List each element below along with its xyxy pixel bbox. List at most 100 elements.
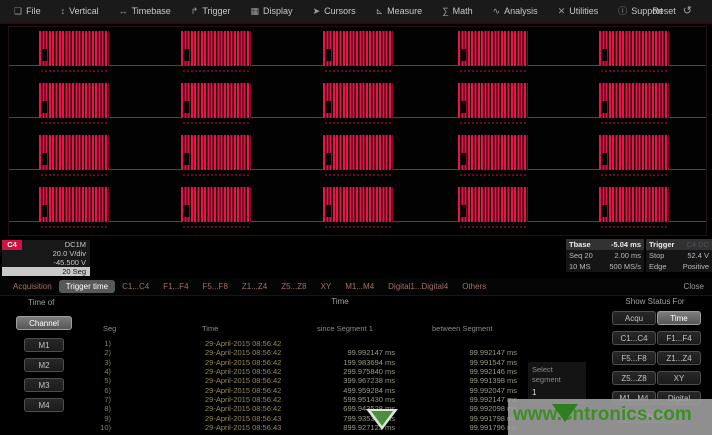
menu-display[interactable]: ▦Display xyxy=(241,0,303,22)
reset-label: Reset xyxy=(652,6,676,16)
since-segment-1-value: 299.975840 ms xyxy=(300,367,395,376)
reset-icon[interactable]: ↺ xyxy=(683,6,692,17)
segment-table-rows: 1) 29-April-2015 08:56:422)29-April-2015 … xyxy=(0,339,560,432)
col-header-seg: Seg xyxy=(103,324,116,333)
segment-row[interactable]: 9)29-April-2015 08:56:43799.935326 ms99.… xyxy=(0,414,560,423)
menu-vertical[interactable]: ↕Vertical xyxy=(51,0,109,22)
between-segment-value: 99.992147 ms xyxy=(422,348,517,357)
trigger-label: Trigger xyxy=(649,239,674,250)
status-button-z1-z4[interactable]: Z1...Z4 xyxy=(657,351,701,365)
waveform-burst xyxy=(599,83,669,118)
since-segment-1-value: 499.959284 ms xyxy=(300,386,395,395)
menu-utilities[interactable]: ✕Utilities xyxy=(548,0,609,22)
segment-time: 29-April-2015 08:56:42 xyxy=(205,339,335,348)
menu-cursors[interactable]: ➤Cursors xyxy=(303,0,366,22)
status-button-z5-z8[interactable]: Z5...Z8 xyxy=(612,371,656,385)
segment-number: 10) xyxy=(85,423,111,432)
menu-label: Timebase xyxy=(132,6,171,16)
segment-number: 8) xyxy=(85,404,111,413)
waveform-burst xyxy=(181,83,251,118)
between-segment-value: 99.991796 ms xyxy=(422,423,517,432)
time-of-label: Time of xyxy=(28,298,54,307)
timebase-label: Tbase xyxy=(569,239,591,250)
analysis-icon: ∿ xyxy=(493,7,501,16)
display-icon: ▦ xyxy=(251,7,260,16)
tab-f1-f4[interactable]: F1...F4 xyxy=(156,280,195,293)
status-button-xy[interactable]: XY xyxy=(657,371,701,385)
timebase-icon: ↔ xyxy=(119,7,128,16)
between-segment-value: 99.992146 ms xyxy=(422,367,517,376)
menu-measure[interactable]: ⊾Measure xyxy=(366,0,433,22)
trigger-descriptor[interactable]: Trigger C4 DC Stop 52.4 V Edge Positive xyxy=(646,239,712,272)
waveform-display[interactable] xyxy=(8,26,707,236)
tab-others[interactable]: Others xyxy=(455,280,493,293)
select-segment-value: 1 xyxy=(532,388,582,398)
status-button-f1-f4[interactable]: F1...F4 xyxy=(657,331,701,345)
waveform-burst xyxy=(323,187,393,222)
cursors-icon: ➤ xyxy=(313,7,321,16)
timebase-rate: 500 MS/s xyxy=(609,261,641,272)
menu-analysis[interactable]: ∿Analysis xyxy=(483,0,548,22)
reset-button[interactable]: Reset ↺ xyxy=(652,0,692,22)
tab-trigger-time[interactable]: Trigger time xyxy=(59,280,115,293)
tab-acquisition[interactable]: Acquisition xyxy=(6,280,59,293)
waveform-burst xyxy=(599,31,669,66)
tab-c1-c4[interactable]: C1...C4 xyxy=(115,280,156,293)
tab-z1-z4[interactable]: Z1...Z4 xyxy=(235,280,274,293)
tab-f5-f8[interactable]: F5...F8 xyxy=(196,280,235,293)
tab-xy[interactable]: XY xyxy=(314,280,339,293)
between-segment-value: 99.992047 ms xyxy=(422,386,517,395)
menu-label: Trigger xyxy=(202,6,230,16)
segment-row[interactable]: 10)29-April-2015 08:56:43899.927123 ms99… xyxy=(0,423,560,432)
menu-label: Analysis xyxy=(504,6,538,16)
timebase-seq: Seq 20 xyxy=(569,250,593,261)
math-icon: ∑ xyxy=(442,7,448,16)
status-button-acqu[interactable]: Acqu xyxy=(612,311,656,325)
menu-timebase[interactable]: ↔ Timebase xyxy=(109,0,181,22)
col-header-since: since Segment 1 xyxy=(317,324,373,333)
menu-label: File xyxy=(26,6,41,16)
timebase-tdiv: 2.00 ms xyxy=(614,250,641,261)
waveform-row xyxy=(9,131,706,183)
segment-row[interactable]: 6)29-April-2015 08:56:42499.959284 ms99.… xyxy=(0,386,560,395)
col-header-time: Time xyxy=(202,324,218,333)
select-segment-field[interactable]: Select segment 1 xyxy=(528,362,586,404)
segment-row[interactable]: 3)29-April-2015 08:56:42199.983694 ms99.… xyxy=(0,358,560,367)
status-button-time[interactable]: Time xyxy=(657,311,701,325)
menu-file[interactable]: ❏File xyxy=(4,0,51,22)
segment-number: 1) xyxy=(85,339,111,348)
since-segment-1-value: 399.967238 ms xyxy=(300,376,395,385)
between-segment-value: 99.991798 ms xyxy=(422,414,517,423)
status-button-c1-c4[interactable]: C1...C4 xyxy=(612,331,656,345)
tab-z5-z8[interactable]: Z5...Z8 xyxy=(274,280,313,293)
segment-row[interactable]: 7)29-April-2015 08:56:42599.951430 ms99.… xyxy=(0,395,560,404)
since-segment-1-value: 99.992147 ms xyxy=(300,348,395,357)
channel-descriptor-c4[interactable]: C4 DC1M 20.0 V/div -45.500 V 20 Seg xyxy=(2,240,90,276)
waveform-burst xyxy=(39,187,109,222)
oscilloscope-app: { "menu": { "items": [ {"label":"File","… xyxy=(0,0,712,435)
watermark-triangle-icon xyxy=(552,404,578,422)
tab-m1-m4[interactable]: M1...M4 xyxy=(338,280,381,293)
waveform-burst xyxy=(458,135,528,170)
status-button-f5-f8[interactable]: F5...F8 xyxy=(612,351,656,365)
waveform-burst xyxy=(458,83,528,118)
tab-digital1-digital4[interactable]: Digital1...Digital4 xyxy=(381,280,455,293)
trigger-slope: Positive xyxy=(683,261,709,272)
segment-row[interactable]: 8)29-April-2015 08:56:42699.943528 ms99.… xyxy=(0,404,560,413)
menu-trigger[interactable]: ↱Trigger xyxy=(181,0,241,22)
waveform-burst xyxy=(39,135,109,170)
timebase-offset: -5.04 ms xyxy=(611,239,641,250)
segment-row[interactable]: 1) 29-April-2015 08:56:42 xyxy=(0,339,560,348)
select-segment-label: Select segment xyxy=(532,365,582,385)
waveform-burst xyxy=(599,187,669,222)
source-button-channel[interactable]: Channel xyxy=(16,316,72,330)
menu-label: Vertical xyxy=(69,6,99,16)
timebase-descriptor[interactable]: Tbase -5.04 ms Seq 20 2.00 ms 10 MS 500 … xyxy=(566,239,644,272)
segment-row[interactable]: 5)29-April-2015 08:56:42399.967238 ms99.… xyxy=(0,376,560,385)
menu-label: Cursors xyxy=(324,6,356,16)
waveform-row xyxy=(9,79,706,131)
menu-math[interactable]: ∑Math xyxy=(432,0,482,22)
segment-row[interactable]: 2)29-April-2015 08:56:4299.992147 ms99.9… xyxy=(0,348,560,357)
close-button[interactable]: Close xyxy=(684,282,704,291)
segment-row[interactable]: 4)29-April-2015 08:56:42299.975840 ms99.… xyxy=(0,367,560,376)
